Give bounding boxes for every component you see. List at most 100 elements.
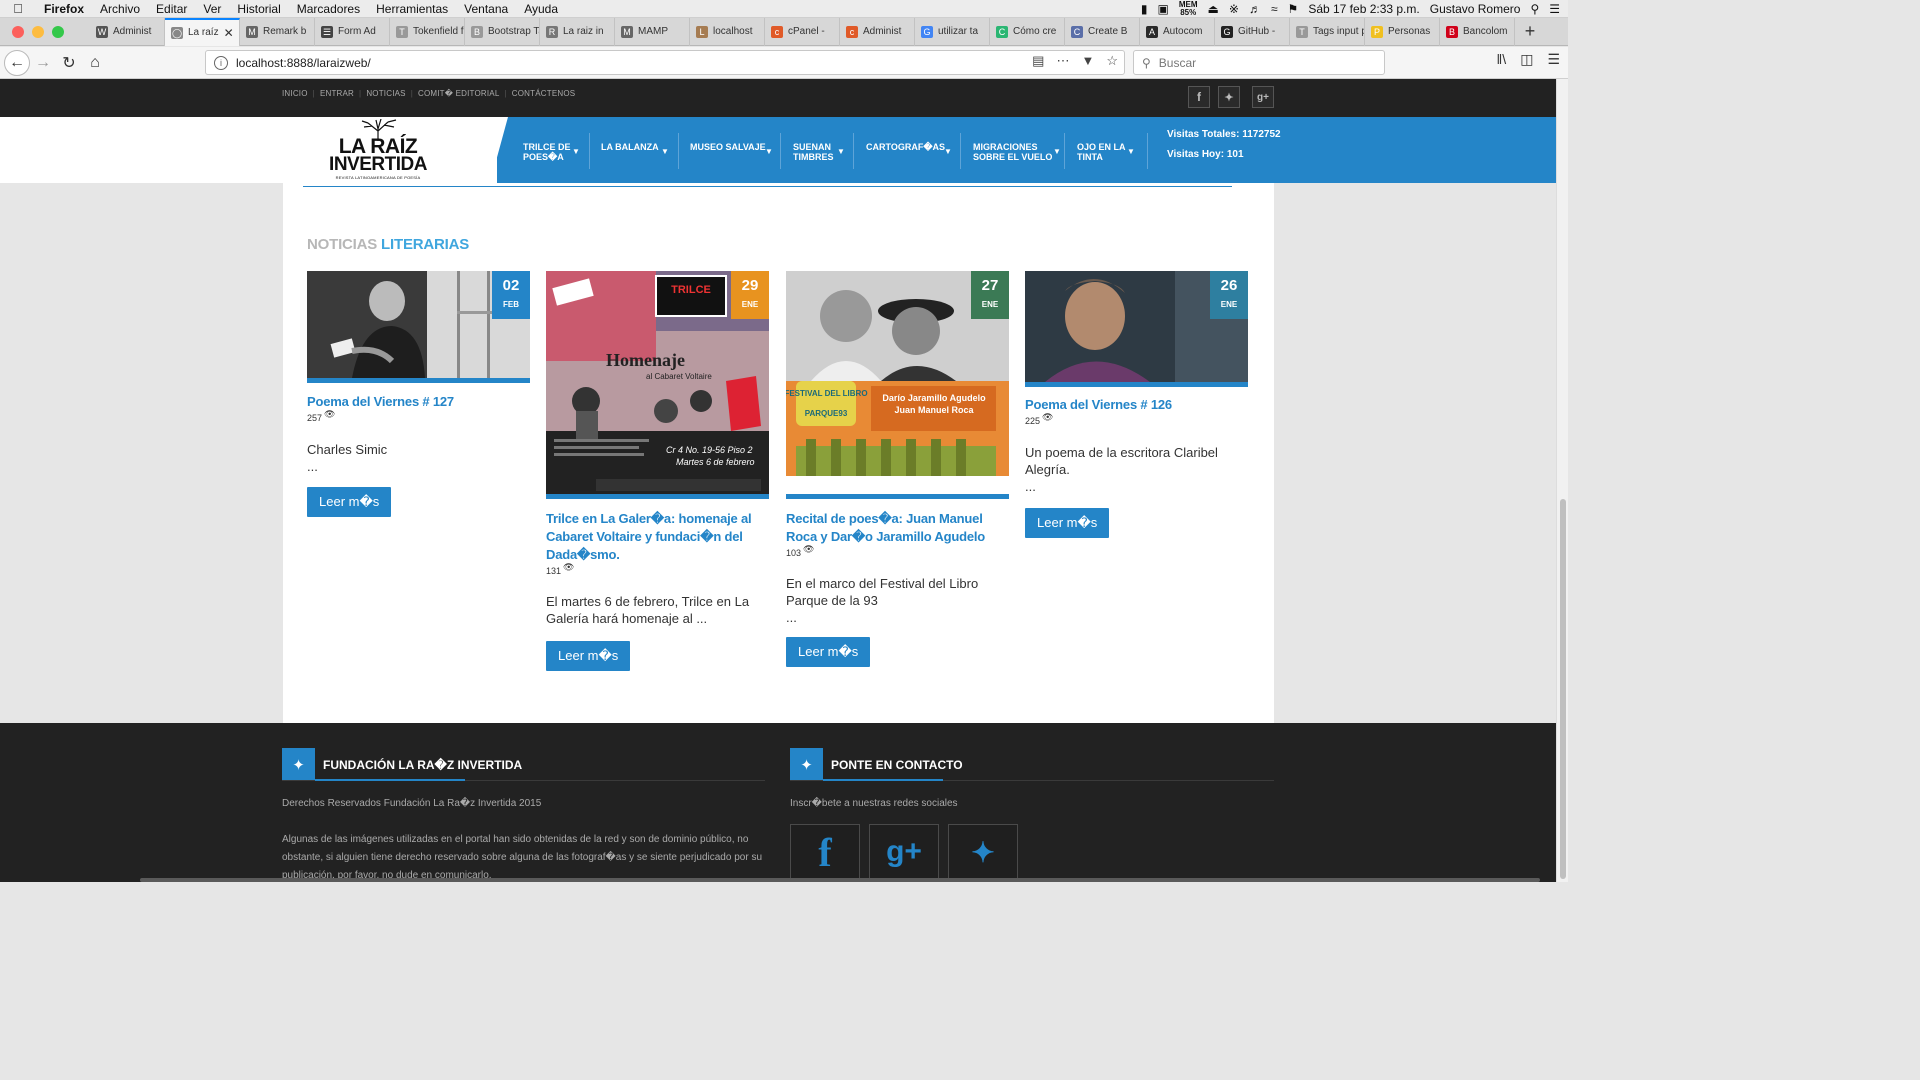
- read-more-button[interactable]: Leer m�s: [786, 637, 871, 667]
- news-image[interactable]: LA 26 ENE: [1025, 271, 1248, 382]
- site-info-icon[interactable]: i: [214, 55, 228, 70]
- eject-icon[interactable]: ⏏: [1208, 2, 1219, 16]
- nav-ojo-en-la-tinta[interactable]: OJO EN LA TINTA ▼: [1077, 142, 1135, 162]
- top-link-noticias[interactable]: NOTICIAS: [366, 89, 405, 98]
- back-button[interactable]: ←: [4, 49, 30, 76]
- nav-divider: [1064, 133, 1065, 169]
- menu-editar[interactable]: Editar: [148, 2, 195, 16]
- memory-indicator[interactable]: MEM 85%: [1179, 1, 1198, 17]
- url-bar[interactable]: i localhost:8888/laraizweb/ ▤ ⋯ ▼ ☆: [205, 50, 1125, 75]
- menu-ventana[interactable]: Ventana: [456, 2, 516, 16]
- facebook-icon[interactable]: f: [1188, 86, 1210, 108]
- camera-icon[interactable]: ▣: [1158, 2, 1169, 16]
- browser-tab[interactable]: M Remark b: [240, 17, 315, 46]
- read-more-button[interactable]: Leer m�s: [546, 641, 631, 671]
- user-name[interactable]: Gustavo Romero: [1430, 2, 1521, 16]
- vertical-scrollbar[interactable]: [1556, 79, 1568, 882]
- nav-cartografias[interactable]: CARTOGRAF�AS ▼: [866, 142, 952, 156]
- url-text[interactable]: localhost:8888/laraizweb/: [236, 56, 371, 70]
- reload-button[interactable]: ↻: [56, 50, 82, 76]
- reader-view-icon[interactable]: ▤: [1032, 53, 1044, 69]
- browser-tab[interactable]: c Administ: [840, 17, 915, 46]
- search-bar[interactable]: ⚲ Buscar: [1133, 50, 1385, 75]
- read-more-button[interactable]: Leer m�s: [1025, 508, 1110, 538]
- maximize-window-button[interactable]: [52, 25, 64, 38]
- browser-tab[interactable]: B Bancolom: [1440, 17, 1515, 46]
- browser-tab[interactable]: T Tags input plu: [1290, 17, 1365, 46]
- news-title[interactable]: Poema del Viernes # 126: [1025, 396, 1248, 414]
- news-title[interactable]: Recital de poes�a: Juan Manuel Roca y Da…: [786, 510, 1009, 546]
- flag-icon[interactable]: ⚑: [1288, 2, 1299, 16]
- browser-tab[interactable]: G GitHub -: [1215, 17, 1290, 46]
- nav-la-balanza[interactable]: LA BALANZA ▼: [601, 142, 669, 156]
- browser-tab[interactable]: c cPanel -: [765, 17, 840, 46]
- close-tab-icon[interactable]: ✕: [224, 26, 234, 40]
- news-card: LA 26 ENE Poema del Viernes # 126 225👁 U…: [1025, 271, 1248, 538]
- browser-tab[interactable]: Llocalhost: [690, 17, 765, 46]
- browser-tab[interactable]: P Personas: [1365, 17, 1440, 46]
- pocket-icon[interactable]: ▼: [1081, 53, 1094, 69]
- top-link-comite[interactable]: COMIT� EDITORIAL: [418, 89, 500, 98]
- clock[interactable]: Sáb 17 feb 2:33 p.m.: [1308, 2, 1419, 16]
- scrollbar-thumb[interactable]: [1560, 499, 1566, 879]
- horizontal-scrollbar[interactable]: [140, 878, 1540, 882]
- nav-migraciones[interactable]: MIGRACIONES SOBRE EL VUELO ▼: [973, 142, 1061, 162]
- browser-tab[interactable]: C Cómo cre: [990, 17, 1065, 46]
- browser-tab[interactable]: T Tokenfield fo: [390, 17, 465, 46]
- library-icon[interactable]: ‖\: [1497, 51, 1507, 68]
- hamburger-menu-icon[interactable]: ☰: [1547, 51, 1560, 68]
- volume-icon[interactable]: ♬: [1249, 2, 1261, 16]
- menu-ver[interactable]: Ver: [195, 2, 229, 16]
- news-title[interactable]: Trilce en La Galer�a: homenaje al Cabare…: [546, 510, 769, 564]
- top-link-entrar[interactable]: ENTRAR: [320, 89, 354, 98]
- bluetooth-icon[interactable]: ※: [1229, 2, 1239, 16]
- browser-tab[interactable]: ◯ La raíz ✕: [165, 17, 240, 46]
- browser-tab[interactable]: R La raiz in: [540, 17, 615, 46]
- home-button[interactable]: ⌂: [82, 50, 108, 76]
- tab-label: Administ: [113, 26, 152, 37]
- site-logo[interactable]: LA RAÍZ INVERTIDA REVISTA LATINOAMERICAN…: [326, 117, 430, 183]
- nav-suenan-timbres[interactable]: SUENAN TIMBRES ▼: [793, 142, 845, 162]
- bookmark-star-icon[interactable]: ☆: [1106, 53, 1118, 69]
- menu-ayuda[interactable]: Ayuda: [516, 2, 566, 16]
- twitter-icon[interactable]: ✦: [1218, 86, 1240, 108]
- page-actions-icon[interactable]: ⋯: [1056, 53, 1069, 69]
- browser-tab[interactable]: B Bootstrap Ta: [465, 17, 540, 46]
- menu-archivo[interactable]: Archivo: [92, 2, 148, 16]
- forward-button[interactable]: →: [30, 50, 56, 76]
- browser-tab[interactable]: C Create B: [1065, 17, 1140, 46]
- browser-tab[interactable]: M MAMP: [615, 17, 690, 46]
- battery-icon[interactable]: ▮: [1141, 2, 1148, 16]
- wifi-icon[interactable]: ≈: [1271, 2, 1278, 16]
- new-tab-button[interactable]: +: [1515, 21, 1545, 42]
- minimize-window-button[interactable]: [32, 25, 44, 38]
- menu-app-name[interactable]: Firefox: [36, 2, 92, 16]
- top-link-contactenos[interactable]: CONTÁCTENOS: [512, 89, 576, 98]
- notifications-icon[interactable]: ☰: [1549, 2, 1560, 16]
- browser-tab[interactable]: ☰ Form Ad: [315, 17, 390, 46]
- news-title[interactable]: Poema del Viernes # 127: [307, 393, 530, 411]
- read-more-button[interactable]: Leer m�s: [307, 487, 392, 517]
- menu-historial[interactable]: Historial: [229, 2, 288, 16]
- date-day: 29: [741, 277, 759, 294]
- top-link-inicio[interactable]: INICIO: [282, 89, 308, 98]
- spotlight-icon[interactable]: ⚲: [1530, 2, 1539, 16]
- browser-tab[interactable]: W Administ: [90, 17, 165, 46]
- footer-facebook-icon[interactable]: f: [790, 824, 860, 880]
- nav-trilce[interactable]: TRILCE DE POES�A ▼: [523, 142, 580, 162]
- logo-tagline: REVISTA LATINOAMERICANA DE POESÍA: [335, 175, 421, 180]
- footer-google-plus-icon[interactable]: g+: [869, 824, 939, 880]
- news-image[interactable]: FESTIVAL DEL LIBRO PARQUE93 Darío Jarami…: [786, 271, 1009, 494]
- menu-marcadores[interactable]: Marcadores: [289, 2, 368, 16]
- menu-herramientas[interactable]: Herramientas: [368, 2, 456, 16]
- browser-tab[interactable]: Gutilizar ta: [915, 17, 990, 46]
- close-window-button[interactable]: [12, 25, 24, 38]
- browser-tab[interactable]: A Autocom: [1140, 17, 1215, 46]
- news-image[interactable]: TRILCE Homenaje al Cabaret Voltaire Cr 4…: [546, 271, 769, 494]
- apple-icon[interactable]: : [0, 1, 36, 16]
- nav-museo-salvaje[interactable]: MUSEO SALVAJE ▼: [690, 142, 773, 156]
- google-plus-icon[interactable]: g+: [1252, 86, 1274, 108]
- news-image[interactable]: 02 FEB: [307, 271, 530, 378]
- footer-twitter-icon[interactable]: ✦: [948, 824, 1018, 880]
- sidebar-icon[interactable]: ◫: [1520, 51, 1533, 68]
